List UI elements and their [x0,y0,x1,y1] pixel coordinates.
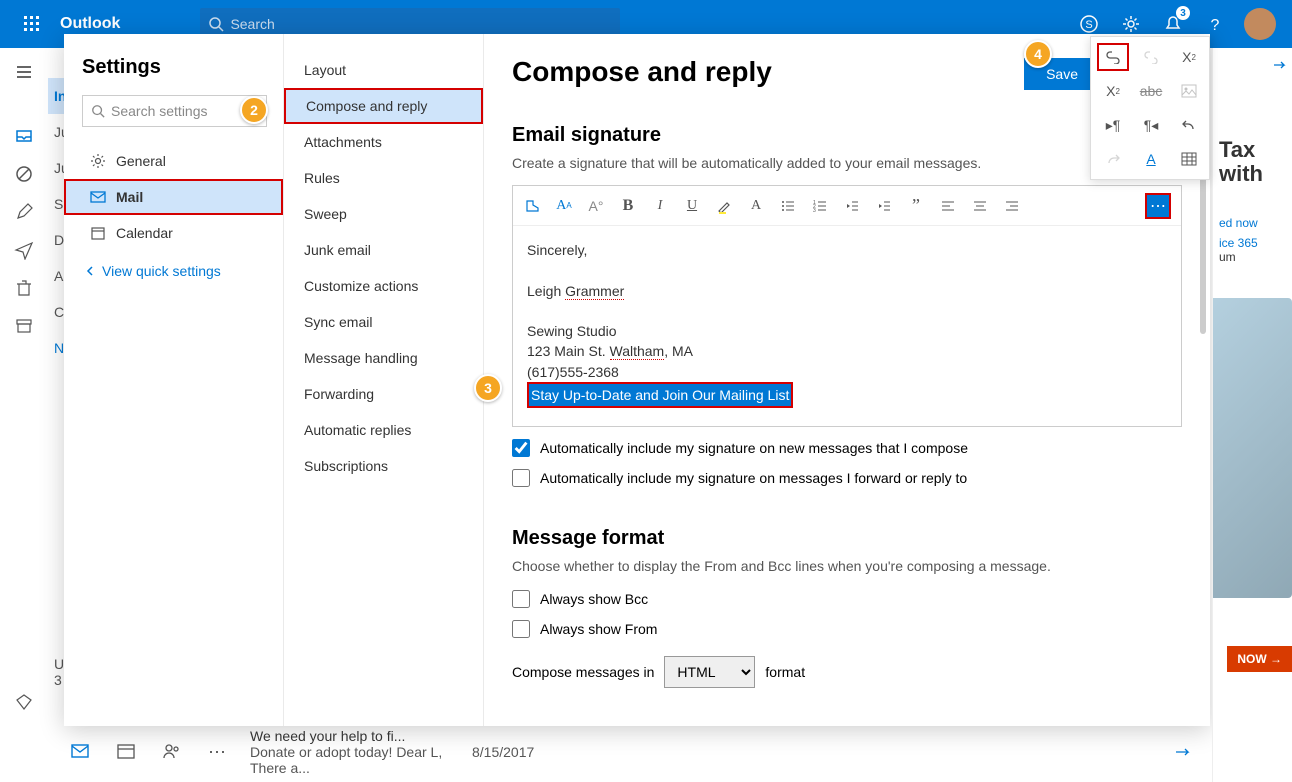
signature-body[interactable]: Sincerely, Leigh Grammer Sewing Studio 1… [513,226,1181,426]
svg-text:S: S [1085,19,1092,31]
outdent-icon[interactable] [843,197,861,215]
numbering-icon[interactable]: 123 [811,197,829,215]
insert-link-icon[interactable] [1097,43,1129,71]
people-icon[interactable] [162,742,182,760]
align-center-icon[interactable] [971,197,989,215]
sub-sync[interactable]: Sync email [284,304,483,340]
signature-heading: Email signature [512,124,1182,147]
settings-submenu: Layout Compose and reply Attachments Rul… [284,34,484,726]
app-launcher-icon[interactable] [8,0,56,48]
pencil-icon[interactable] [14,202,34,222]
font-icon[interactable]: AA [555,197,573,215]
more-icon[interactable]: ⋯ [208,742,226,763]
chk-sig-reply[interactable]: Automatically include my signature on me… [512,469,1182,487]
settings-modal: Settings Search settings General Mail Ca… [64,34,1210,726]
superscript-icon[interactable]: X2 [1173,43,1205,71]
table-icon[interactable] [1173,145,1205,173]
send-icon[interactable] [14,240,34,260]
svg-text:?: ? [1211,17,1220,34]
notif-badge: 3 [1176,6,1190,20]
insert-image-icon[interactable] [1173,77,1205,105]
nav-general[interactable]: General [82,143,283,179]
chk-bcc[interactable]: Always show Bcc [512,590,1182,608]
message-row[interactable]: We need your help to fi... Donate or ado… [250,728,450,776]
sub-sweep[interactable]: Sweep [284,196,483,232]
chk-sig-new[interactable]: Automatically include my signature on ne… [512,439,1182,457]
signature-toolbar: AA A° B I U A 123 ” ⋯ [513,186,1181,226]
calendar-icon [90,225,106,241]
extra-format-popup: X2 X2 abc ▸¶ ¶◂ A [1090,36,1210,180]
nav-mail[interactable]: Mail [64,179,283,215]
inbox-icon[interactable] [14,126,34,146]
rtl-icon[interactable]: ¶◂ [1135,111,1167,139]
align-left-icon[interactable] [939,197,957,215]
highlight-icon[interactable] [715,197,733,215]
chk-from[interactable]: Always show From [512,620,1182,638]
ltr-icon[interactable]: ▸¶ [1097,111,1129,139]
sub-subscriptions[interactable]: Subscriptions [284,448,483,484]
subscript-icon[interactable]: X2 [1097,77,1129,105]
sub-customize[interactable]: Customize actions [284,268,483,304]
trash-icon[interactable] [14,278,34,298]
quote-icon[interactable]: ” [907,197,925,215]
sub-junk[interactable]: Junk email [284,232,483,268]
menu-icon[interactable] [14,62,34,82]
left-rail [0,48,48,782]
search-input[interactable] [230,16,612,32]
sub-handling[interactable]: Message handling [284,340,483,376]
align-right-icon[interactable] [1003,197,1021,215]
search-icon [91,104,105,118]
archive-icon[interactable] [14,316,34,336]
ad-marker-icon[interactable] [1174,745,1190,759]
gear-icon [90,153,106,169]
sub-forwarding[interactable]: Forwarding [284,376,483,412]
bold-icon[interactable]: B [619,197,637,215]
ad-cta-button[interactable]: NOW → [1227,646,1292,672]
calendar-icon[interactable] [116,742,136,760]
sub-compose-reply[interactable]: Compose and reply [284,88,483,124]
underline-icon[interactable]: U [683,197,701,215]
strikethrough-icon[interactable]: abc [1135,77,1167,105]
indent-icon[interactable] [875,197,893,215]
sub-autoreply[interactable]: Automatic replies [284,412,483,448]
signature-editor: AA A° B I U A 123 ” ⋯ Sincerely, Leigh G… [512,185,1182,427]
nav-calendar[interactable]: Calendar [82,215,283,251]
font-size-icon[interactable]: A° [587,197,605,215]
signature-selected-text[interactable]: Stay Up-to-Date and Join Our Mailing Lis… [527,382,793,408]
sub-rules[interactable]: Rules [284,160,483,196]
settings-nav: Settings Search settings General Mail Ca… [64,34,284,726]
compose-format-select[interactable]: HTML [664,656,755,688]
remove-link-icon[interactable] [1135,43,1167,71]
bullets-icon[interactable] [779,197,797,215]
font-color-icon[interactable]: A [747,197,765,215]
more-formatting-button[interactable]: ⋯ [1145,193,1171,219]
mail-icon [90,189,106,205]
format-painter-icon[interactable] [523,197,541,215]
view-quick-settings[interactable]: View quick settings [82,263,283,279]
redo-icon[interactable] [1097,145,1129,173]
compose-format-row: Compose messages in HTML format [512,656,1182,688]
settings-title: Settings [82,56,283,79]
callout-4: 4 [1024,40,1052,68]
clear-format-icon[interactable]: A [1135,145,1167,173]
block-icon[interactable] [14,164,34,184]
chevron-left-icon [84,265,96,277]
undo-icon[interactable] [1173,111,1205,139]
sub-attachments[interactable]: Attachments [284,124,483,160]
italic-icon[interactable]: I [651,197,669,215]
diamond-icon[interactable] [14,692,34,712]
format-heading: Message format [512,527,1182,550]
sub-layout[interactable]: Layout [284,52,483,88]
ad-close-icon[interactable] [1272,58,1286,72]
mail-icon[interactable] [70,742,90,760]
bottom-bar: ⋯ We need your help to fi... Donate or a… [64,726,1210,778]
callout-2: 2 [240,96,268,124]
svg-text:3: 3 [813,208,816,214]
search-icon [208,16,224,32]
ad-image [1212,298,1292,598]
app-name: Outlook [60,15,120,33]
callout-3: 3 [474,374,502,402]
ad-panel: Tax with ed now ice 365 um NOW → [1212,48,1292,782]
avatar[interactable] [1244,8,1276,40]
